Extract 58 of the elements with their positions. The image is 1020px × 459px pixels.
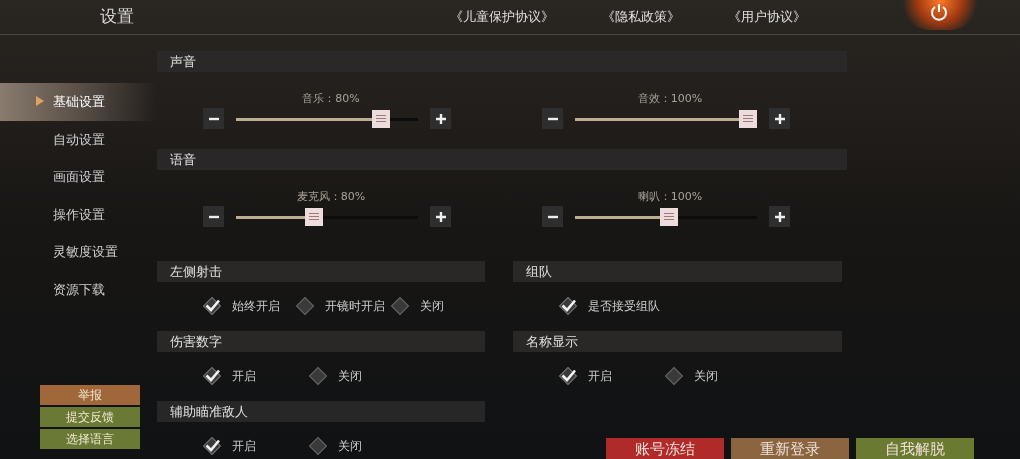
slider-label: 音乐：80% (302, 92, 360, 105)
slider-thumb[interactable] (739, 109, 757, 128)
triangle-icon (36, 96, 44, 106)
agreement-link[interactable]: 《隐私政策》 (602, 7, 680, 27)
slider-thumb[interactable] (304, 207, 323, 226)
plus-button[interactable] (430, 206, 451, 227)
minus-button[interactable] (203, 108, 224, 129)
section-header: 声音 (157, 51, 847, 72)
slider[interactable] (236, 207, 418, 226)
slider-thumb[interactable] (372, 109, 391, 128)
section-header: 组队 (513, 261, 842, 282)
option-checkbox[interactable]: 开启 (202, 366, 308, 386)
sidebar-button[interactable]: 选择语言 (40, 429, 140, 449)
option-checkbox[interactable]: 关闭 (389, 296, 485, 316)
option-checkbox[interactable]: 开启 (558, 366, 664, 386)
slider-label: 喇叭：100% (637, 190, 703, 203)
slider-thumb[interactable] (660, 207, 679, 226)
minus-button[interactable] (542, 206, 563, 227)
slider[interactable] (575, 207, 757, 226)
section-header: 左侧射击 (157, 261, 485, 282)
section-header: 伤害数字 (157, 331, 485, 352)
sidebar-tab[interactable]: 灵敏度设置 (0, 233, 157, 271)
slider[interactable] (236, 109, 418, 128)
option-checkbox[interactable]: 开启 (202, 436, 308, 456)
plus-button[interactable] (769, 206, 790, 227)
sidebar-button[interactable]: 提交反馈 (40, 407, 140, 427)
sidebar-button[interactable]: 举报 (40, 385, 140, 405)
option-checkbox[interactable]: 关闭 (308, 436, 417, 456)
sidebar-tab[interactable]: 资源下载 (0, 270, 157, 308)
sidebar-tab[interactable]: 画面设置 (0, 158, 157, 196)
option-checkbox[interactable]: 是否接受组队 (558, 296, 664, 316)
option-checkbox[interactable]: 关闭 (664, 366, 773, 386)
action-button[interactable]: 账号冻结 (606, 438, 724, 459)
section-header: 名称显示 (513, 331, 842, 352)
minus-button[interactable] (203, 206, 224, 227)
option-checkbox[interactable]: 关闭 (308, 366, 417, 386)
plus-button[interactable] (430, 108, 451, 129)
slider-label: 麦克风：80% (296, 190, 366, 203)
sidebar-tab[interactable]: 自动设置 (0, 120, 157, 158)
power-icon[interactable] (929, 2, 949, 22)
slider[interactable] (575, 109, 757, 128)
action-button[interactable]: 自我解脱 (856, 438, 974, 459)
page-title: 设置 (100, 6, 134, 27)
section-header: 语音 (157, 149, 847, 170)
plus-button[interactable] (769, 108, 790, 129)
plus-icon (773, 112, 786, 125)
slider-label: 音效：100% (637, 92, 703, 105)
plus-icon (773, 210, 786, 223)
plus-icon (434, 112, 447, 125)
option-checkbox[interactable]: 开镜时开启 (294, 296, 390, 316)
action-button[interactable]: 重新登录 (731, 438, 849, 459)
section-header: 辅助瞄准敌人 (157, 401, 485, 422)
option-checkbox[interactable]: 始终开启 (202, 296, 295, 316)
agreement-link[interactable]: 《用户协议》 (728, 7, 806, 27)
minus-button[interactable] (542, 108, 563, 129)
sidebar-tab[interactable]: 操作设置 (0, 195, 157, 233)
agreement-link[interactable]: 《儿童保护协议》 (450, 7, 554, 27)
plus-icon (434, 210, 447, 223)
